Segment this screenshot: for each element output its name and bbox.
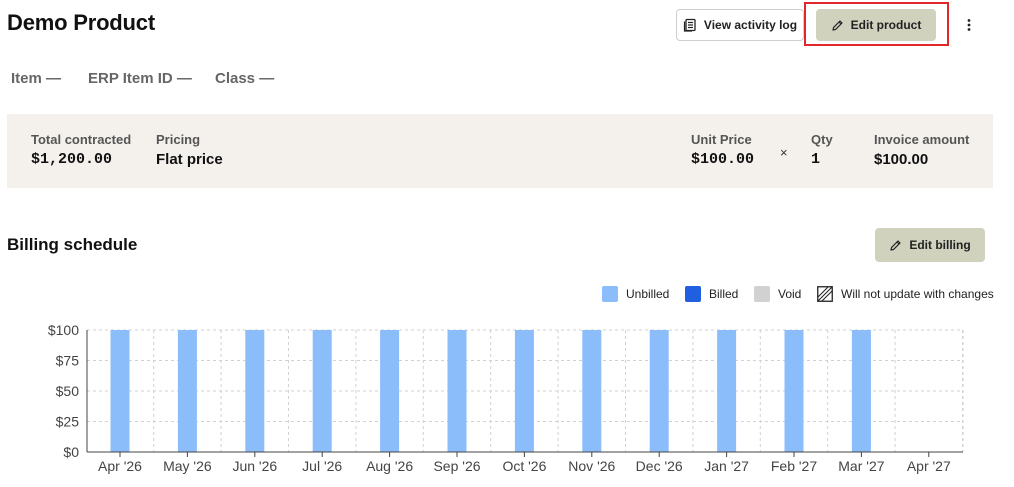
legend-billed: Billed — [685, 286, 738, 302]
multiply-symbol: × — [780, 145, 788, 160]
meta-class: Class — — [215, 70, 275, 87]
bar — [851, 330, 871, 452]
pricing-value: Flat price — [156, 151, 223, 168]
legend-swatch-unbilled — [602, 286, 618, 302]
more-options-icon[interactable] — [960, 13, 978, 37]
legend-label-unbilled: Unbilled — [626, 287, 670, 301]
legend-swatch-billed — [685, 286, 701, 302]
pencil-icon — [832, 19, 843, 31]
bar — [380, 330, 400, 452]
legend-label-billed: Billed — [709, 287, 739, 301]
total-contracted-value: $1,200.00 — [31, 151, 113, 168]
x-tick-label: May '26 — [163, 458, 212, 474]
y-tick-label: $0 — [63, 444, 79, 460]
billing-schedule-title: Billing schedule — [7, 235, 138, 254]
bar — [582, 330, 602, 452]
x-tick-label: Feb '27 — [771, 458, 817, 474]
x-tick-label: Apr '26 — [98, 458, 142, 474]
x-tick-label: Apr '27 — [907, 458, 951, 474]
edit-billing-label: Edit billing — [909, 238, 971, 252]
x-tick-label: Jul '26 — [302, 458, 342, 474]
pricing-label: Pricing — [156, 132, 201, 147]
legend-void: Void — [754, 286, 801, 302]
meta-erp-item-id: ERP Item ID — — [88, 70, 192, 87]
y-tick-label: $75 — [56, 353, 80, 369]
x-tick-label: Jun '26 — [232, 458, 277, 474]
legend-no-update: Will not update with changes — [817, 286, 994, 302]
bar — [717, 330, 737, 452]
y-tick-label: $100 — [48, 322, 79, 338]
unit-price-label: Unit Price — [691, 132, 752, 147]
bar — [447, 330, 467, 452]
meta-item: Item — — [11, 70, 62, 87]
qty-value: 1 — [811, 151, 821, 168]
page-title: Demo Product — [7, 10, 155, 35]
pencil-icon — [890, 239, 901, 251]
x-tick-label: Mar '27 — [838, 458, 884, 474]
x-tick-label: Aug '26 — [366, 458, 413, 474]
bar — [312, 330, 332, 452]
price-summary-panel: Total contracted $1,200.00 Pricing Flat … — [7, 114, 993, 188]
billing-schedule-chart: $0 $25 $50 $75 $100 Apr '26 May '26 Jun '26 Jul … — [48, 322, 964, 474]
x-tick-label: Jan '27 — [704, 458, 749, 474]
view-activity-log-button[interactable]: View activity log — [676, 9, 804, 41]
unit-price-value: $100.00 — [691, 151, 755, 168]
x-tick-label: Nov '26 — [568, 458, 615, 474]
bar — [649, 330, 669, 452]
legend-unbilled: Unbilled — [602, 286, 669, 302]
edit-billing-button[interactable]: Edit billing — [875, 228, 985, 262]
view-activity-log-label: View activity log — [703, 18, 798, 32]
legend-swatch-void — [754, 286, 770, 302]
x-tick-label: Sep '26 — [433, 458, 480, 474]
invoice-amount-value: $100.00 — [874, 151, 929, 168]
invoice-amount-label: Invoice amount — [874, 132, 970, 147]
y-tick-label: $50 — [56, 383, 80, 399]
legend-label-no-update: Will not update with changes — [841, 287, 994, 301]
activity-log-icon — [683, 18, 696, 32]
edit-product-button[interactable]: Edit product — [816, 9, 936, 41]
bar — [245, 330, 265, 452]
legend-label-void: Void — [778, 287, 802, 301]
bar — [110, 330, 130, 452]
bar — [514, 330, 534, 452]
y-tick-label: $25 — [56, 414, 80, 430]
x-tick-label: Dec '26 — [636, 458, 683, 474]
bar — [784, 330, 804, 452]
hatched-swatch-icon — [817, 286, 833, 302]
qty-label: Qty — [811, 132, 833, 147]
bar — [177, 330, 197, 452]
edit-product-label: Edit product — [850, 18, 922, 32]
total-contracted-label: Total contracted — [31, 132, 132, 147]
x-tick-label: Oct '26 — [502, 458, 546, 474]
